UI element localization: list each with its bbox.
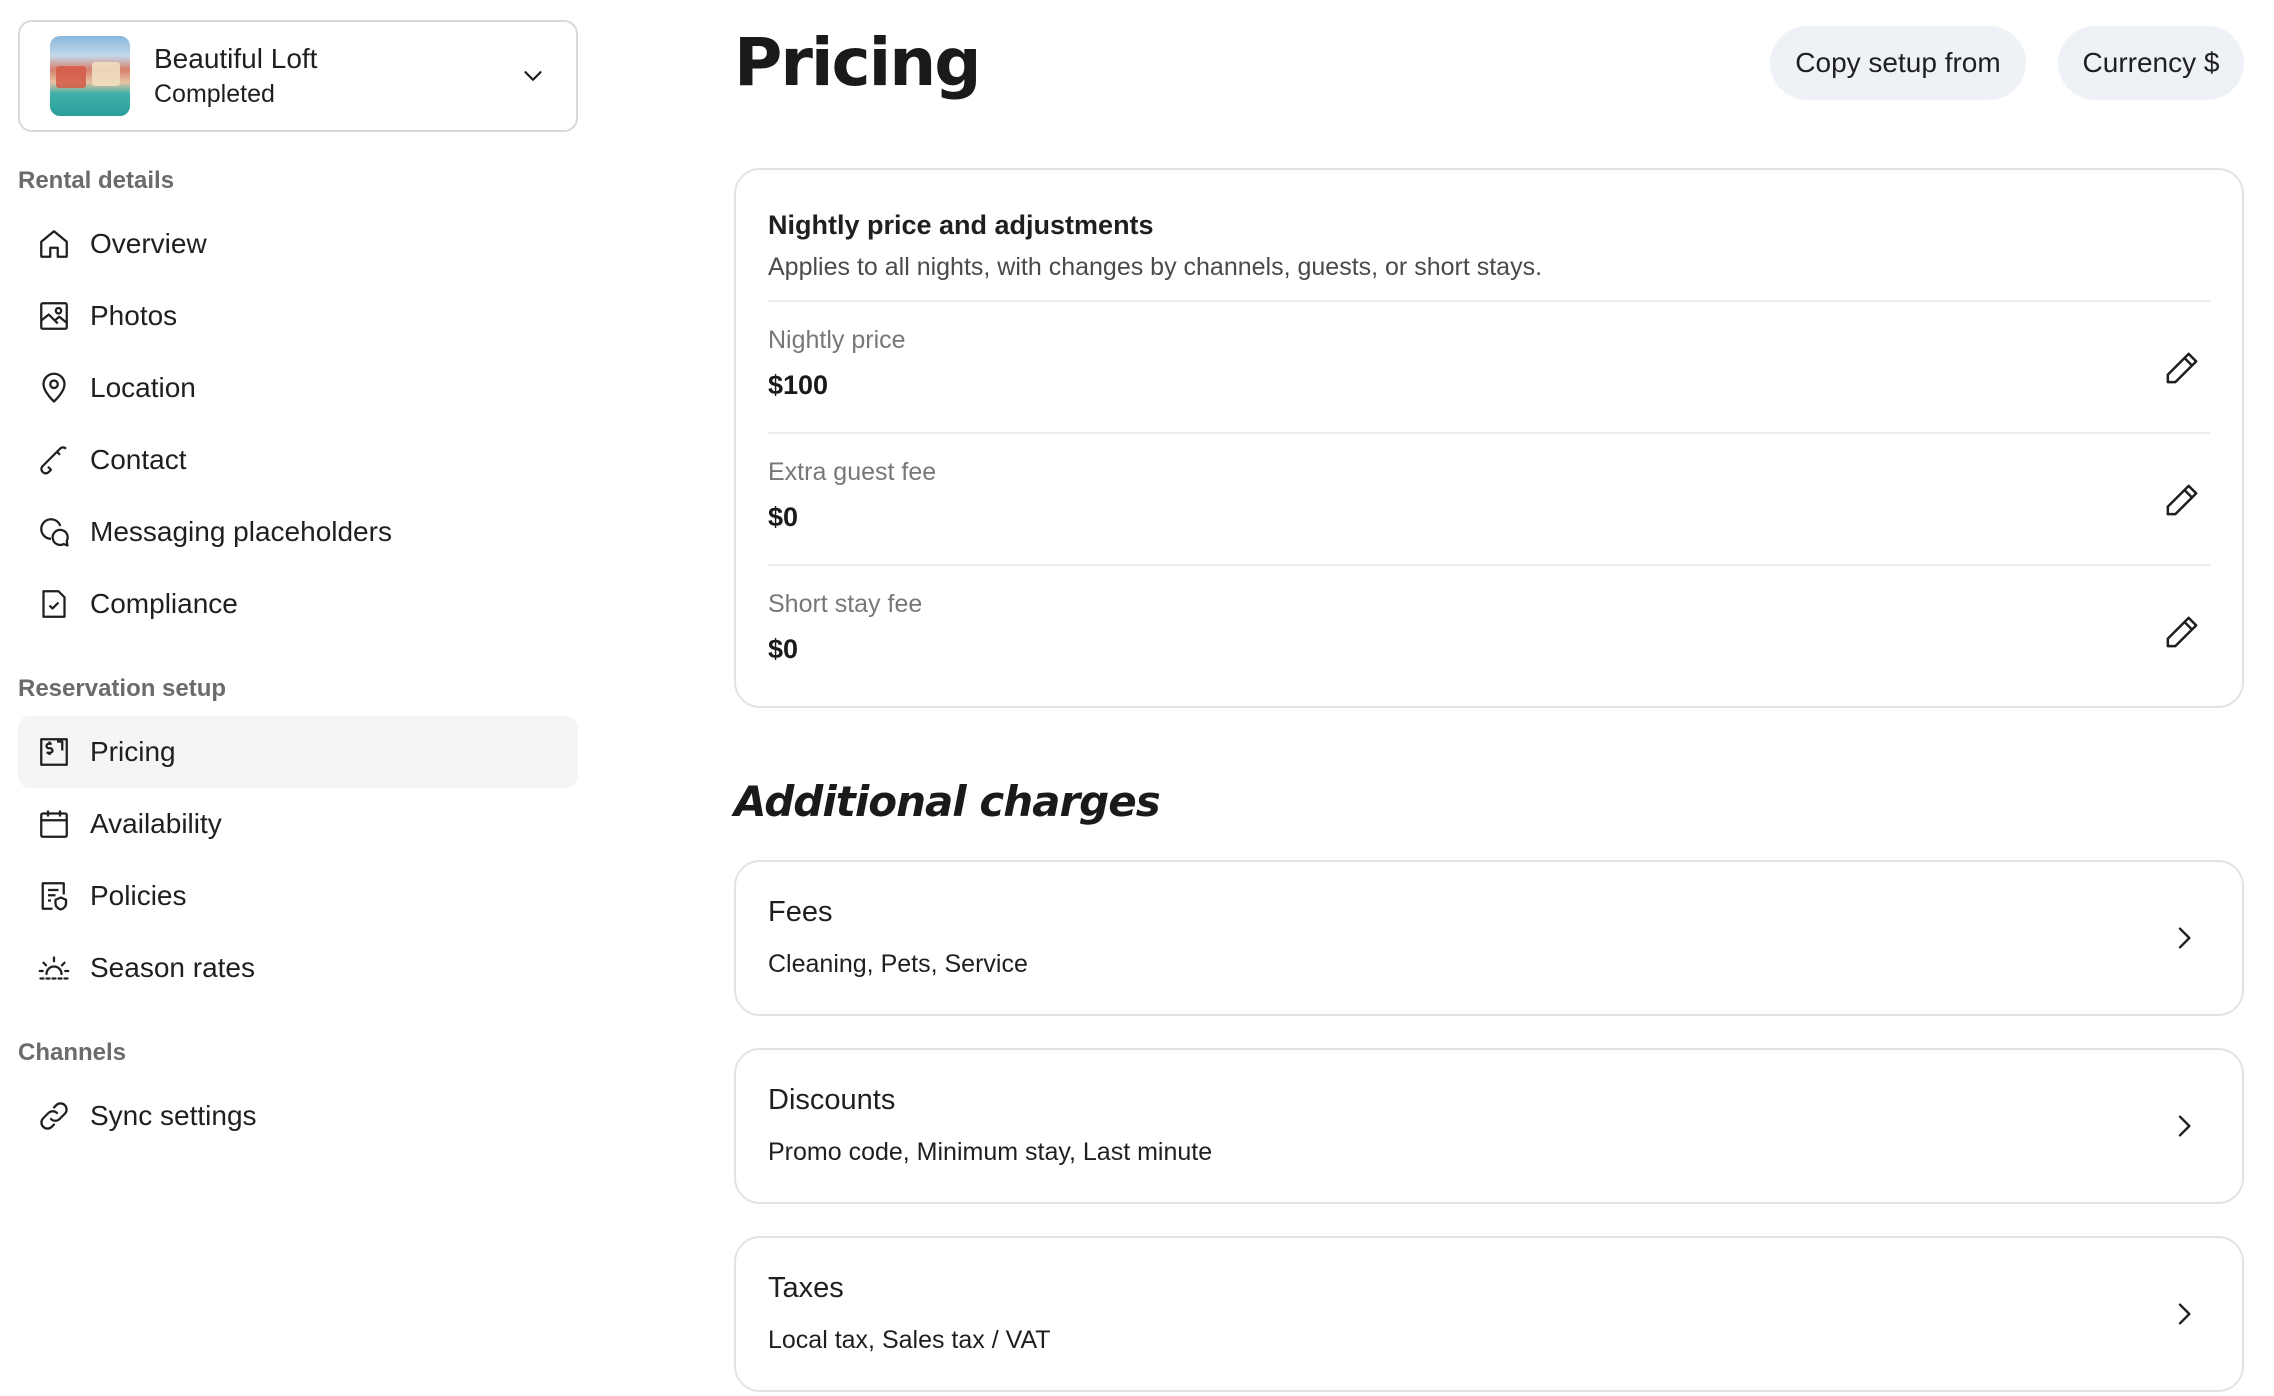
- price-row-nightly-price: Nightly price $100: [768, 302, 2210, 432]
- home-icon: [36, 226, 72, 262]
- sidebar-item-pricing[interactable]: Pricing: [18, 716, 578, 788]
- sidebar-item-compliance[interactable]: Compliance: [18, 568, 578, 640]
- charge-card-discounts[interactable]: Discounts Promo code, Minimum stay, Last…: [734, 1048, 2244, 1204]
- photo-icon: [36, 298, 72, 334]
- nightly-card-title: Nightly price and adjustments: [768, 210, 1154, 240]
- sidebar-item-contact[interactable]: Contact: [18, 424, 578, 496]
- property-name: Beautiful Loft: [154, 43, 318, 74]
- chevron-right-icon: [2168, 1110, 2200, 1142]
- document-check-icon: [36, 586, 72, 622]
- property-selector[interactable]: Beautiful Loft Completed: [18, 20, 578, 132]
- charge-card-title: Discounts: [768, 1084, 896, 1116]
- calendar-icon: [36, 806, 72, 842]
- sidebar-item-label: Policies: [90, 880, 187, 911]
- sidebar-item-label: Contact: [90, 444, 187, 475]
- sidebar-item-policies[interactable]: Policies: [18, 860, 578, 932]
- sidebar-item-label: Location: [90, 372, 196, 403]
- property-status: Completed: [154, 80, 275, 108]
- nightly-card-subtitle: Applies to all nights, with changes by c…: [768, 253, 1543, 281]
- charge-card-title: Taxes: [768, 1272, 844, 1304]
- pencil-icon: [2166, 484, 2198, 516]
- section-heading-reservation-setup: Reservation setup: [18, 675, 227, 702]
- sidebar-item-label: Overview: [90, 228, 207, 259]
- chevron-right-icon: [2168, 1298, 2200, 1330]
- charge-card-taxes[interactable]: Taxes Local tax, Sales tax / VAT: [734, 1236, 2244, 1392]
- sidebar-item-label: Photos: [90, 300, 178, 331]
- price-row-label: Extra guest fee: [768, 458, 937, 486]
- sidebar-item-messaging-placeholders[interactable]: Messaging placeholders: [18, 496, 578, 568]
- edit-nightly-price-button[interactable]: [2162, 348, 2202, 388]
- copy-setup-button[interactable]: Copy setup from: [1770, 26, 2026, 100]
- policy-document-icon: [36, 878, 72, 914]
- sidebar-item-location[interactable]: Location: [18, 352, 578, 424]
- sun-icon: [36, 950, 72, 986]
- charge-card-subtitle: Promo code, Minimum stay, Last minute: [768, 1138, 1213, 1166]
- sidebar-item-label: Compliance: [90, 588, 238, 619]
- price-row-label: Short stay fee: [768, 590, 923, 618]
- section-heading-channels: Channels: [18, 1039, 127, 1066]
- sidebar-item-sync-settings[interactable]: Sync settings: [18, 1080, 578, 1152]
- section-heading-rental-details: Rental details: [18, 167, 175, 194]
- sidebar-item-label: Pricing: [90, 736, 176, 767]
- price-row-short-stay-fee: Short stay fee $0: [768, 566, 2210, 696]
- currency-button[interactable]: Currency $: [2058, 26, 2244, 100]
- location-pin-icon: [36, 370, 72, 406]
- chat-bubble-icon: [36, 514, 72, 550]
- chevron-right-icon: [2168, 922, 2200, 954]
- price-row-value: $100: [768, 370, 829, 400]
- price-row-value: $0: [768, 502, 799, 532]
- charge-card-subtitle: Local tax, Sales tax / VAT: [768, 1326, 1051, 1354]
- main-content: Pricing Copy setup from Currency $ Night…: [734, 0, 2244, 1392]
- sidebar: Beautiful Loft Completed Rental details …: [18, 20, 578, 1152]
- sidebar-item-overview[interactable]: Overview: [18, 208, 578, 280]
- sidebar-item-label: Availability: [90, 808, 222, 839]
- sidebar-item-label: Season rates: [90, 952, 255, 983]
- price-row-value: $0: [768, 634, 799, 664]
- sidebar-item-availability[interactable]: Availability: [18, 788, 578, 860]
- property-thumbnail: [50, 36, 130, 116]
- edit-short-stay-fee-button[interactable]: [2162, 612, 2202, 652]
- sidebar-item-label: Sync settings: [90, 1100, 257, 1131]
- phone-icon: [36, 442, 72, 478]
- additional-charges-title: Additional charges: [734, 777, 1161, 826]
- pencil-icon: [2166, 352, 2198, 384]
- price-row-label: Nightly price: [768, 326, 906, 354]
- pencil-icon: [2166, 616, 2198, 648]
- nightly-price-card: Nightly price and adjustments Applies to…: [734, 168, 2244, 708]
- sidebar-item-photos[interactable]: Photos: [18, 280, 578, 352]
- charge-card-fees[interactable]: Fees Cleaning, Pets, Service: [734, 860, 2244, 1016]
- edit-extra-guest-fee-button[interactable]: [2162, 480, 2202, 520]
- sidebar-item-season-rates[interactable]: Season rates: [18, 932, 578, 1004]
- price-row-extra-guest-fee: Extra guest fee $0: [768, 434, 2210, 564]
- page-header: Pricing Copy setup from Currency $: [734, 0, 2244, 168]
- charge-card-subtitle: Cleaning, Pets, Service: [768, 950, 1028, 978]
- sidebar-item-label: Messaging placeholders: [90, 516, 392, 547]
- page-title: Pricing: [734, 24, 982, 101]
- charge-card-title: Fees: [768, 896, 833, 928]
- link-icon: [36, 1098, 72, 1134]
- price-tag-icon: [36, 734, 72, 770]
- chevron-down-icon: [524, 71, 542, 81]
- property-info: Beautiful Loft Completed: [154, 41, 518, 111]
